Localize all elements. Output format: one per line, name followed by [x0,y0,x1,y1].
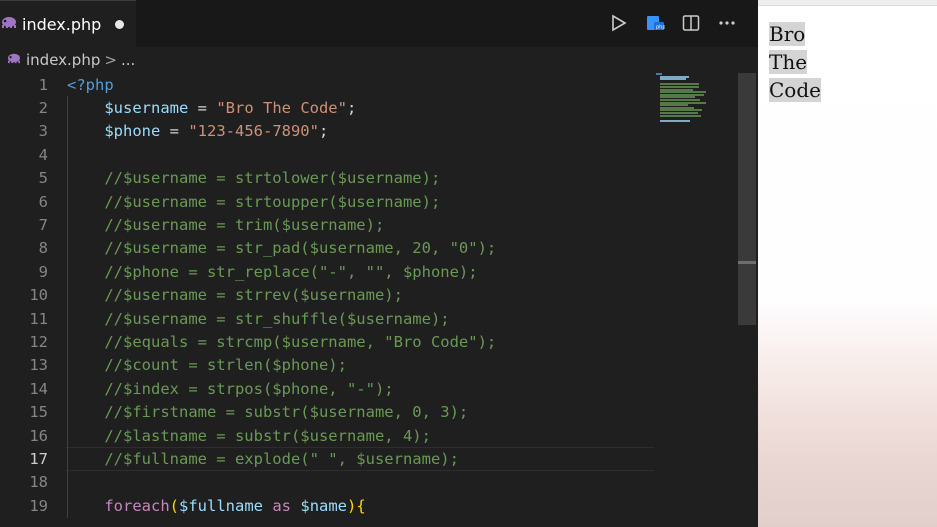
split-editor-button[interactable] [680,12,702,34]
code-line[interactable]: 11 //$username = str_shuffle($username); [0,307,738,330]
code-line[interactable]: 5 //$username = strtolower($username); [0,167,738,190]
output-line: Bro [769,20,889,48]
line-number: 9 [38,262,48,281]
line-number: 4 [38,145,48,164]
editor-actions: php [608,12,738,34]
vertical-scrollbar[interactable] [738,73,756,527]
line-number: 8 [38,239,48,258]
output-line: Code [769,76,889,104]
output-text: Code [769,78,821,102]
preview-output: Bro The Code [769,20,889,104]
code-line[interactable]: 7 //$username = trim($username); [0,213,738,236]
line-number: 5 [38,169,48,188]
code-text[interactable]: //$username = trim($username); [67,216,384,234]
minimap[interactable] [656,73,716,133]
output-text: Bro [769,22,806,46]
code-line[interactable]: 1 <?php [0,73,738,96]
line-number: 2 [38,99,48,118]
tab-index-php[interactable]: index.php [0,0,136,47]
minimap-line [659,119,691,122]
code-text[interactable]: //$username = strrev($username); [67,286,403,304]
code-text[interactable]: //$username = str_pad($username, 20, "0"… [67,239,496,257]
line-number: 3 [38,122,48,141]
code-text[interactable]: //$username = strtolower($username); [67,169,440,187]
code-text[interactable]: //$username = strtoupper($username); [67,193,440,211]
php-server-icon: php [647,16,665,31]
browser-preview: Bro The Code [758,0,937,527]
code-line[interactable]: 18 [0,471,738,494]
code-text[interactable]: //$phone = str_replace("-", "", $phone); [67,263,477,281]
code-line[interactable]: 15 //$firstname = substr($username, 0, 3… [0,401,738,424]
code-text[interactable]: //$index = strpos($phone, "-"); [67,380,393,398]
code-text[interactable]: //$firstname = substr($username, 0, 3); [67,403,468,421]
code-line[interactable]: 19 foreach($fullname as $name){ [0,494,738,517]
code-text[interactable]: $username = "Bro The Code"; [67,99,356,117]
code-text[interactable]: $phone = "123-456-7890"; [67,122,328,140]
output-line: The [769,48,889,76]
breadcrumb-separator: > [104,51,117,69]
code-line[interactable]: 16 //$lastname = substr($username, 4); [0,424,738,447]
code-line[interactable]: 6 //$username = strtoupper($username); [0,190,738,213]
breadcrumb-file[interactable]: index.php [26,51,100,69]
play-icon [612,14,627,32]
line-number: 7 [38,216,48,235]
tab-label: index.php [22,14,102,34]
minimap-line [659,78,686,81]
line-number: 10 [29,286,48,305]
unsaved-dot-icon[interactable] [115,19,125,29]
line-number: 17 [29,450,48,469]
code-text[interactable]: //$count = strlen($phone); [67,356,347,374]
code-line[interactable]: 8 //$username = str_pad($username, 20, "… [0,237,738,260]
code-area[interactable]: 1 <?php 2 $username = "Bro The Code"; 3 $ph… [0,73,738,527]
code-line[interactable]: 3 $phone = "123-456-7890"; [0,120,738,143]
code-line[interactable]: 12 //$equals = strcmp($username, "Bro Co… [0,330,738,353]
tab-bar: index.php php [0,0,758,47]
ellipsis-icon [719,21,735,25]
php-elephant-icon [6,52,26,68]
code-text[interactable]: <?php [67,76,114,94]
code-line[interactable]: 9 //$phone = str_replace("-", "", $phone… [0,260,738,283]
line-number: 6 [38,192,48,211]
run-button[interactable] [608,12,630,34]
scrollbar-thumb[interactable] [738,73,756,325]
code-line[interactable]: 10 //$username = strrev($username); [0,284,738,307]
line-number: 18 [29,473,48,492]
preview-toolbar [758,0,937,6]
line-number: 16 [29,426,48,445]
split-editor-icon [682,15,700,31]
php-server-button[interactable]: php [644,12,666,34]
code-text[interactable]: foreach($fullname as $name){ [67,497,365,515]
code-line[interactable]: 17 //$fullname = explode(" ", $username)… [0,447,738,471]
php-elephant-icon [0,15,18,33]
line-number: 14 [29,379,48,398]
code-line[interactable]: 4 [0,143,738,166]
line-number: 12 [29,333,48,352]
scrollbar-cursor-marker [738,261,756,264]
code-line[interactable]: 13 //$count = strlen($phone); [0,354,738,377]
line-number: 19 [29,496,48,515]
code-line[interactable]: 14 //$index = strpos($phone, "-"); [0,377,738,400]
code-text[interactable]: //$lastname = substr($username, 4); [67,427,431,445]
current-line-highlight [66,447,654,471]
code-editor[interactable]: index.php php index.php > ... 1 <?php 2 $u… [0,0,758,527]
line-number: 1 [38,75,48,94]
line-number: 15 [29,403,48,422]
minimap-line [659,114,702,117]
output-text: The [769,50,808,74]
code-text[interactable]: //$equals = strcmp($username, "Bro Code"… [67,333,496,351]
breadcrumb-more[interactable]: ... [121,51,135,69]
line-number: 11 [29,309,48,328]
indent-guide [67,96,68,518]
more-actions-button[interactable] [716,12,738,34]
breadcrumb: index.php > ... [0,47,758,73]
code-text[interactable]: //$username = str_shuffle($username); [67,310,449,328]
line-number: 13 [29,356,48,375]
svg-text:php: php [656,25,665,31]
code-line[interactable]: 2 $username = "Bro The Code"; [0,96,738,119]
